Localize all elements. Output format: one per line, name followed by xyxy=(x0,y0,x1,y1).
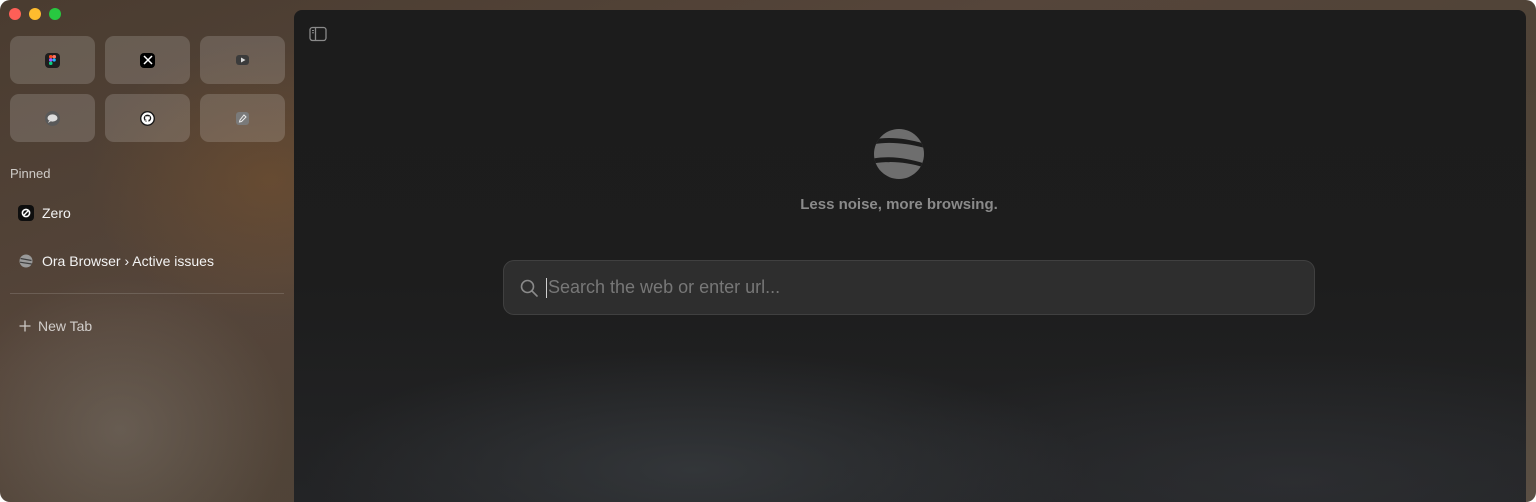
pinned-tab-zero[interactable]: Zero xyxy=(10,195,284,231)
favorite-notes[interactable] xyxy=(200,94,285,142)
x-icon xyxy=(140,52,155,68)
search-input[interactable] xyxy=(547,267,1314,308)
pinned-tab-label: Zero xyxy=(42,205,71,221)
search-icon xyxy=(520,279,538,297)
ora-logo-icon xyxy=(874,129,924,179)
plus-icon xyxy=(19,320,31,332)
new-tab-label: New Tab xyxy=(38,318,93,334)
favorite-messages[interactable] xyxy=(10,94,95,142)
pinned-tab-label: Ora Browser › Active issues xyxy=(42,253,214,269)
figma-icon xyxy=(45,52,60,68)
sidebar: Pinned Zero Ora Browser › Active issues xyxy=(0,0,294,502)
sidebar-divider xyxy=(10,293,284,294)
favorite-x[interactable] xyxy=(105,36,190,84)
new-tab-button[interactable]: New Tab xyxy=(10,313,284,339)
notes-icon xyxy=(236,111,249,125)
browser-window: Pinned Zero Ora Browser › Active issues xyxy=(0,0,1536,502)
favorites-grid xyxy=(10,36,285,142)
new-tab-page: Less noise, more browsing. xyxy=(294,10,1526,502)
pinned-section-label: Pinned xyxy=(10,166,51,181)
ora-icon xyxy=(18,253,34,269)
favorite-youtube[interactable] xyxy=(200,36,285,84)
search-bar[interactable] xyxy=(503,260,1315,315)
zero-icon xyxy=(18,205,34,221)
pinned-tab-ora-issues[interactable]: Ora Browser › Active issues xyxy=(10,243,284,279)
sidebar-toggle-icon[interactable] xyxy=(309,26,327,42)
messages-icon xyxy=(45,110,60,126)
github-icon xyxy=(140,110,155,126)
youtube-icon xyxy=(236,55,249,65)
tagline: Less noise, more browsing. xyxy=(800,196,998,213)
favorite-figma[interactable] xyxy=(10,36,95,84)
favorite-github[interactable] xyxy=(105,94,190,142)
